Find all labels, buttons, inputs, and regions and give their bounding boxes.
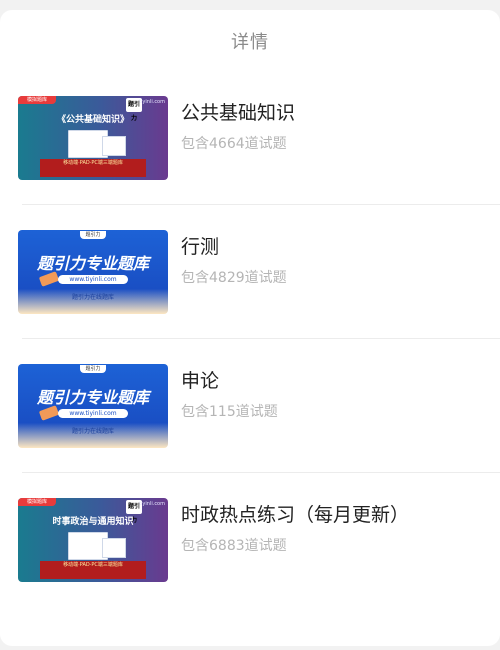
- item-count: 包含115道试题: [181, 404, 278, 420]
- screen-illustration: [102, 538, 126, 558]
- thumbnail-footer: 题引力在线题库: [71, 428, 114, 435]
- thumbnail-url: tiyinli.com: [139, 99, 165, 105]
- thumbnail-footer: 题引力在线题库: [71, 294, 114, 301]
- item-title: 公共基础知识: [181, 102, 296, 124]
- brand-logo: 题引力: [80, 365, 106, 373]
- thumbnail-heading: 题引力专业题库: [36, 388, 149, 407]
- item-title: 时政热点练习（每月更新）: [181, 504, 410, 526]
- item-count: 包含6883道试题: [181, 538, 287, 554]
- item-thumbnail: 模拟题库 题引力 tiyinli.com 《公共基础知识》 移动端·PAD·PC…: [18, 96, 168, 180]
- divider: [22, 204, 500, 205]
- item-thumbnail: 题引力 题引力专业题库 www.tiyinli.com 题引力在线题库: [18, 230, 168, 314]
- divider: [22, 472, 500, 473]
- thumbnail-tag: 模拟题库: [18, 498, 56, 506]
- list-item[interactable]: 题引力 题引力专业题库 www.tiyinli.com 题引力在线题库 申论 包…: [18, 364, 500, 454]
- item-count: 包含4664道试题: [181, 136, 287, 152]
- thumbnail-url: www.tiyinli.com: [58, 409, 128, 418]
- item-count: 包含4829道试题: [181, 270, 287, 286]
- thumbnail-heading: 《公共基础知识》: [56, 115, 129, 125]
- list-item[interactable]: 模拟题库 题引力 tiyinli.com 《公共基础知识》 移动端·PAD·PC…: [18, 96, 500, 186]
- screen-illustration: [102, 136, 126, 156]
- thumbnail-footer: 移动端·PAD·PC端三端题库: [40, 159, 146, 177]
- page-title: 详情: [231, 32, 269, 53]
- item-thumbnail: 题引力 题引力专业题库 www.tiyinli.com 题引力在线题库: [18, 364, 168, 448]
- item-title: 行测: [181, 236, 220, 258]
- thumbnail-url: www.tiyinli.com: [58, 275, 128, 284]
- divider: [22, 338, 500, 339]
- details-card: 详情 模拟题库 题引力 tiyinli.com 《公共基础知识》 移动端·PAD…: [0, 10, 500, 646]
- thumbnail-heading: 题引力专业题库: [36, 254, 149, 273]
- list-item[interactable]: 题引力 题引力专业题库 www.tiyinli.com 题引力在线题库 行测 包…: [18, 230, 500, 320]
- thumbnail-url: tiyinli.com: [139, 501, 165, 507]
- thumbnail-tag: 模拟题库: [18, 96, 56, 104]
- item-title: 申论: [181, 370, 220, 392]
- item-thumbnail: 模拟题库 题引力 tiyinli.com 时事政治与通用知识 移动端·PAD·P…: [18, 498, 168, 582]
- brand-logo: 题引力: [80, 231, 106, 239]
- list-item[interactable]: 模拟题库 题引力 tiyinli.com 时事政治与通用知识 移动端·PAD·P…: [18, 498, 500, 588]
- thumbnail-heading: 时事政治与通用知识: [52, 517, 134, 527]
- thumbnail-footer: 移动端·PAD·PC端三端题库: [40, 561, 146, 579]
